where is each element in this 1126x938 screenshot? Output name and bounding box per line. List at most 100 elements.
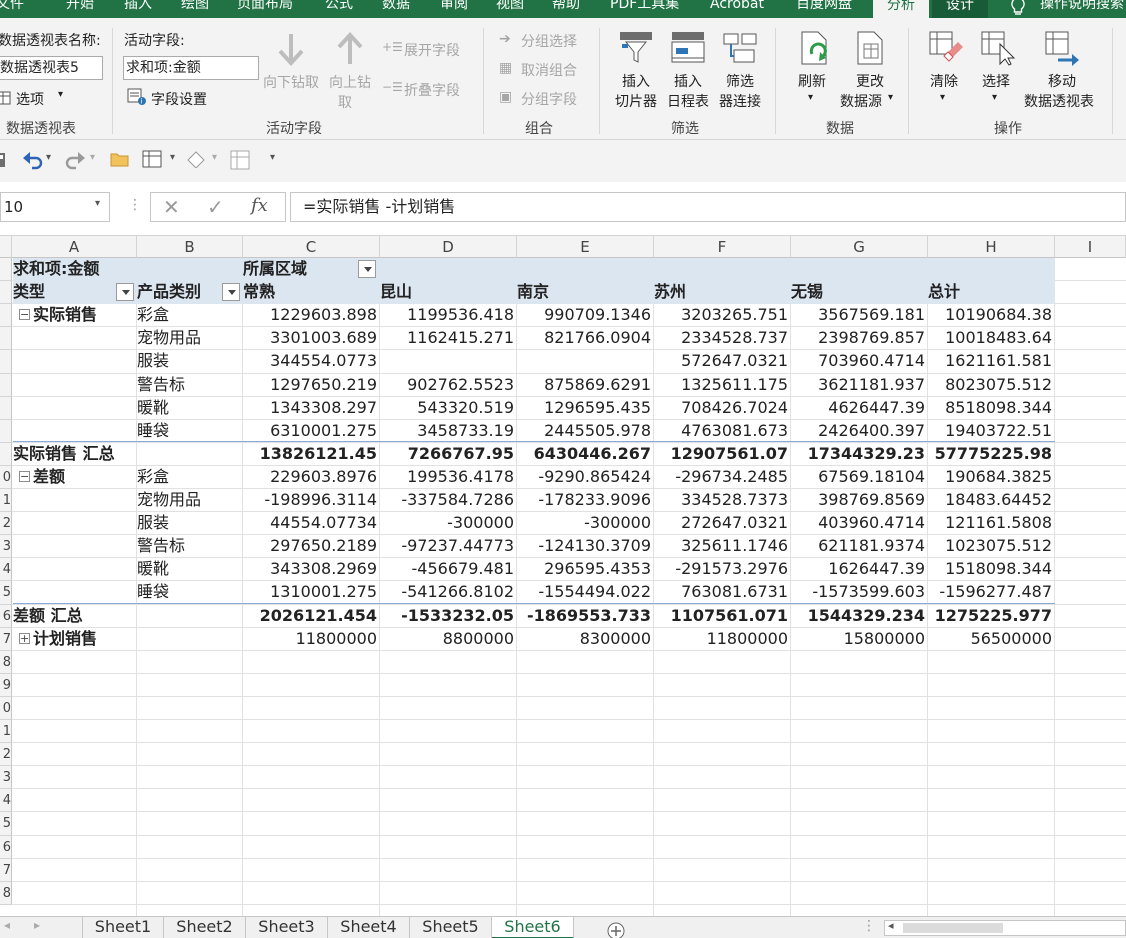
region-header[interactable]: 常熟 [243,280,380,303]
value-cell[interactable]: -1596277.487 [928,580,1055,603]
active-field-input[interactable]: 求和项:金额 [123,56,259,80]
column-header-b[interactable]: B [137,236,243,258]
value-cell[interactable]: 10190684.38 [928,303,1055,326]
refresh-dropdown-icon[interactable]: ▾ [808,92,813,103]
format-dropdown-icon[interactable]: ▾ [212,152,217,163]
tab-insert[interactable]: 插入 [124,0,152,18]
category-cell[interactable]: 彩盒 [137,303,243,326]
value-cell[interactable]: -541266.8102 [380,580,517,603]
tab-pdf-tools[interactable]: PDF工具集 [610,0,679,18]
tell-me-search[interactable]: 操作说明搜索 [1040,0,1124,18]
region-header[interactable]: 无锡 [791,280,928,303]
value-cell[interactable]: 8300000 [517,627,654,650]
filter-connections-button[interactable]: 筛选 [714,71,766,91]
drill-up-button[interactable]: 向上钻 [322,72,378,92]
undo-dropdown-icon[interactable]: ▾ [46,152,51,163]
value-cell[interactable]: 334528.7373 [654,488,791,511]
tab-acrobat[interactable]: Acrobat [710,0,764,18]
sheet-tab-sheet5[interactable]: Sheet5 [410,917,492,938]
group-selection-button[interactable]: 分组选择 [521,31,577,51]
value-cell[interactable]: -291573.2976 [654,557,791,580]
tab-draw[interactable]: 绘图 [181,0,209,18]
column-header-i[interactable]: I [1055,236,1126,258]
value-cell[interactable]: 2445505.978 [517,419,654,442]
redo-dropdown-icon[interactable]: ▾ [90,152,95,163]
collapsed-section-label[interactable]: 计划销售 [13,627,137,650]
row-header[interactable]: 1 [0,489,12,512]
formula-input[interactable]: =实际销售 -计划销售 [290,192,1126,222]
value-cell[interactable]: 296595.4353 [517,557,654,580]
row-header[interactable] [0,281,12,304]
value-cell[interactable]: 4626447.39 [791,396,928,419]
value-cell[interactable]: -1573599.603 [791,580,928,603]
row-header[interactable]: 7 [0,859,12,882]
value-cell[interactable]: 11800000 [654,627,791,650]
sheet-tab-sheet2[interactable]: Sheet2 [164,917,246,938]
select-dropdown-icon[interactable]: ▾ [992,92,997,103]
options-dropdown-icon[interactable]: ▾ [58,89,63,100]
value-cell[interactable]: 8518098.344 [928,396,1055,419]
horizontal-scrollbar[interactable]: ◂ [884,919,1126,936]
value-cell[interactable]: 1297650.219 [243,373,380,396]
section-label[interactable]: 差额 [13,465,137,488]
value-cell[interactable]: 121161.5808 [928,511,1055,534]
value-cell[interactable]: -1554494.022 [517,580,654,603]
category-cell[interactable]: 服装 [137,349,243,372]
insert-function-button[interactable]: fx [251,195,268,216]
value-cell[interactable]: 403960.4714 [791,511,928,534]
value-cell[interactable]: 8800000 [380,627,517,650]
tab-home[interactable]: 开始 [66,0,94,18]
row-header[interactable] [0,304,12,327]
value-cell[interactable]: 344554.0773 [243,349,380,372]
change-data-source-dropdown-icon[interactable]: ▾ [888,92,893,103]
row-header[interactable]: 2 [0,512,12,535]
group-field-button[interactable]: 分组字段 [521,89,577,109]
value-cell[interactable]: 1162415.271 [380,326,517,349]
category-cell[interactable]: 暖靴 [137,557,243,580]
value-cell[interactable]: 398769.8569 [791,488,928,511]
value-cell[interactable]: 572647.0321 [654,349,791,372]
value-cell[interactable]: 4763081.673 [654,419,791,442]
row-header[interactable]: 8 [0,651,12,674]
options-button[interactable]: 选项 [16,89,44,109]
clear-dropdown-icon[interactable]: ▾ [940,92,945,103]
value-cell[interactable]: -124130.3709 [517,534,654,557]
value-cell[interactable]: 3203265.751 [654,303,791,326]
prev-sheet-icon[interactable]: ◂ [4,918,10,932]
sheet-tab-sheet6[interactable]: Sheet6 [492,917,574,938]
select-button[interactable]: 选择 [972,71,1020,91]
category-cell[interactable]: 睡袋 [137,419,243,442]
subtotal-value-cell[interactable]: 6430446.267 [517,442,654,465]
subtotal-value-cell[interactable]: -1533232.05 [380,604,517,627]
tab-data[interactable]: 数据 [382,0,410,18]
open-folder-icon[interactable] [110,151,130,171]
undo-icon[interactable] [22,150,44,174]
category-cell[interactable]: 宠物用品 [137,326,243,349]
value-cell[interactable]: -198996.3114 [243,488,380,511]
region-filter-dropdown-icon[interactable] [358,260,376,278]
row-header[interactable]: 0 [0,697,12,720]
value-cell[interactable]: 1626447.39 [791,557,928,580]
redo-icon[interactable] [64,150,86,174]
save-icon[interactable] [0,152,6,172]
value-cell[interactable]: 19403722.51 [928,419,1055,442]
refresh-button[interactable]: 刷新 [788,71,836,91]
collapse-field-button[interactable]: 折叠字段 [404,80,460,100]
value-cell[interactable]: 1310001.275 [243,580,380,603]
subtotal-label[interactable]: 实际销售 汇总 [13,442,243,465]
section-label[interactable]: 实际销售 [13,303,137,326]
subtotal-value-cell[interactable]: 12907561.07 [654,442,791,465]
value-cell[interactable]: 297650.2189 [243,534,380,557]
next-sheet-icon[interactable]: ▸ [34,918,40,932]
row-header[interactable] [0,420,12,443]
pivot-name-input[interactable]: 数据透视表5 [0,56,103,80]
tab-file[interactable]: 文件 [0,0,24,18]
region-header[interactable]: 苏州 [654,280,791,303]
format-painter-icon[interactable] [186,150,208,172]
category-cell[interactable]: 暖靴 [137,396,243,419]
value-cell[interactable]: -337584.7286 [380,488,517,511]
row-header[interactable]: 5 [0,581,12,605]
row-header[interactable]: 3 [0,766,12,789]
value-cell[interactable]: -296734.2485 [654,465,791,488]
move-pivottable-button[interactable]: 移动 [1040,71,1084,91]
